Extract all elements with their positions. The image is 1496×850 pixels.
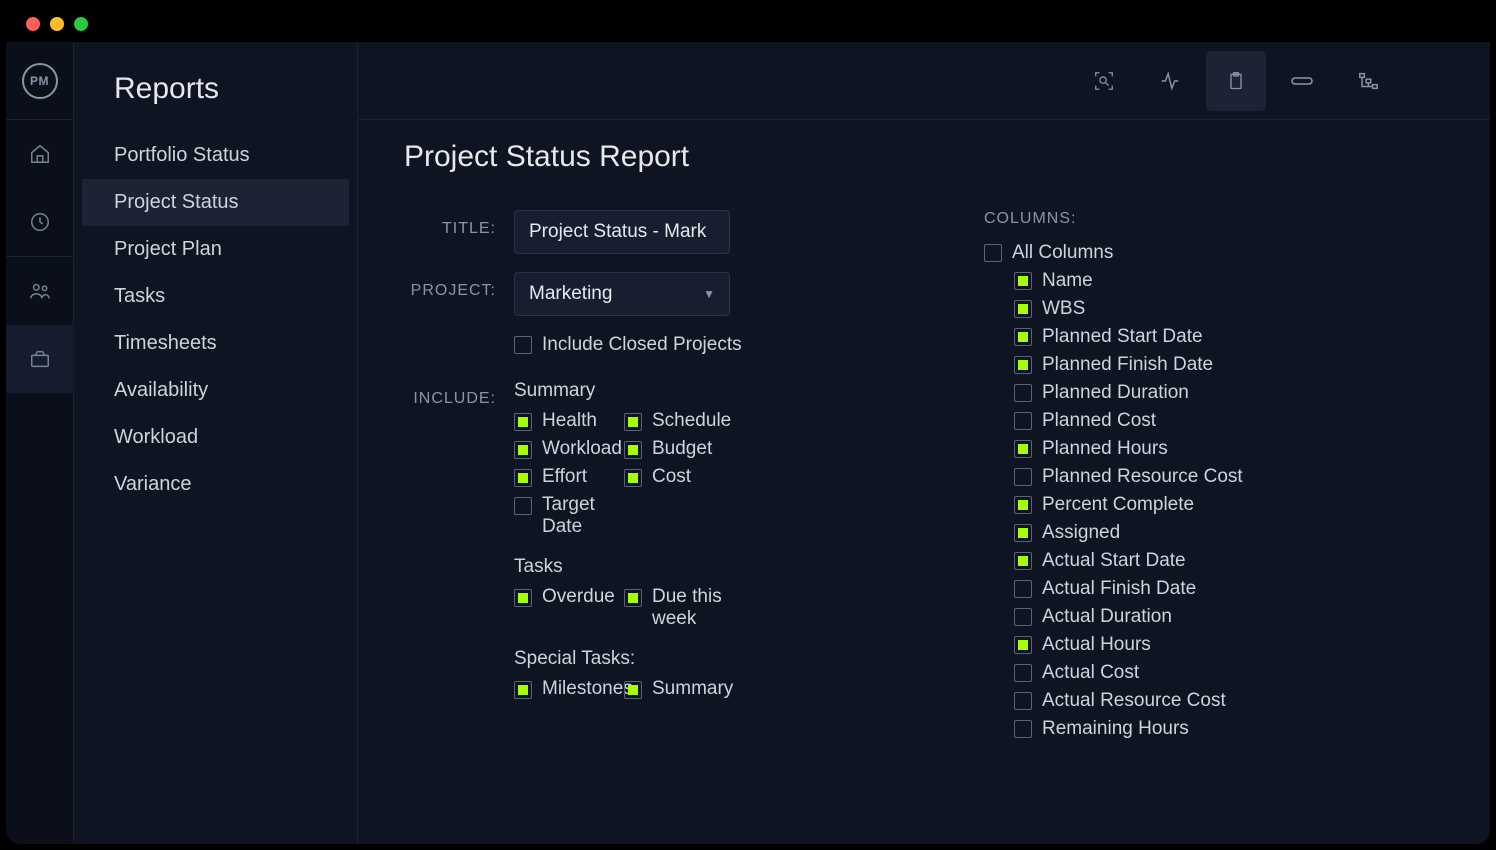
project-select[interactable]: Marketing ▼ xyxy=(514,272,730,316)
sidebar-item-variance[interactable]: Variance xyxy=(74,461,357,508)
column-assigned-checkbox[interactable]: Assigned xyxy=(984,522,1344,544)
include-cost-checkbox[interactable]: Cost xyxy=(624,466,754,488)
nav-portfolio[interactable] xyxy=(6,325,74,393)
include-health-checkbox[interactable]: Health xyxy=(514,410,624,432)
include-milestones-checkbox[interactable]: Milestones xyxy=(514,678,624,700)
titlebar xyxy=(6,6,1490,42)
sidebar: Reports Portfolio Status Project Status … xyxy=(74,42,358,844)
people-icon xyxy=(28,280,52,302)
sidebar-item-tasks[interactable]: Tasks xyxy=(74,273,357,320)
include-workload-checkbox[interactable]: Workload xyxy=(514,438,624,460)
include-label: INCLUDE: xyxy=(404,380,496,408)
column-planned-resource-cost-checkbox[interactable]: Planned Resource Cost xyxy=(984,466,1344,488)
include-schedule-checkbox[interactable]: Schedule xyxy=(624,410,754,432)
title-label: TITLE: xyxy=(404,210,496,238)
paperclip-icon xyxy=(1290,75,1314,87)
column-remaining-hours-checkbox[interactable]: Remaining Hours xyxy=(984,718,1344,740)
sidebar-item-timesheets[interactable]: Timesheets xyxy=(74,320,357,367)
column-actual-finish-date-checkbox[interactable]: Actual Finish Date xyxy=(984,578,1344,600)
sidebar-item-project-status[interactable]: Project Status xyxy=(82,179,349,226)
columns-label: COLUMNS: xyxy=(984,210,1344,228)
clock-icon xyxy=(29,211,51,233)
logo-text: PM xyxy=(30,74,49,88)
nav-home[interactable] xyxy=(6,120,74,188)
activity-icon xyxy=(1159,70,1181,92)
title-input[interactable]: Project Status - Mark xyxy=(514,210,730,254)
column-actual-start-date-checkbox[interactable]: Actual Start Date xyxy=(984,550,1344,572)
toolbar xyxy=(358,42,1490,120)
sidebar-item-project-plan[interactable]: Project Plan xyxy=(74,226,357,273)
tasks-header: Tasks xyxy=(514,556,884,578)
hierarchy-icon xyxy=(1357,70,1379,92)
column-planned-finish-date-checkbox[interactable]: Planned Finish Date xyxy=(984,354,1344,376)
include-overdue-checkbox[interactable]: Overdue xyxy=(514,586,624,608)
maximize-window-button[interactable] xyxy=(74,17,88,31)
include-closed-checkbox[interactable]: Include Closed Projects xyxy=(514,334,884,356)
special-tasks-header: Special Tasks: xyxy=(514,648,884,670)
column-planned-start-date-checkbox[interactable]: Planned Start Date xyxy=(984,326,1344,348)
app-logo[interactable]: PM xyxy=(6,42,74,120)
tool-clipboard[interactable] xyxy=(1206,51,1266,111)
all-columns-checkbox[interactable]: All Columns xyxy=(984,242,1344,264)
include-target-date-checkbox[interactable]: Target Date xyxy=(514,494,624,538)
sidebar-item-workload[interactable]: Workload xyxy=(74,414,357,461)
include-budget-checkbox[interactable]: Budget xyxy=(624,438,754,460)
sidebar-item-portfolio-status[interactable]: Portfolio Status xyxy=(74,132,357,179)
column-planned-cost-checkbox[interactable]: Planned Cost xyxy=(984,410,1344,432)
include-summary-checkbox[interactable]: Summary xyxy=(624,678,754,700)
column-percent-complete-checkbox[interactable]: Percent Complete xyxy=(984,494,1344,516)
briefcase-icon xyxy=(29,348,51,370)
project-label: PROJECT: xyxy=(404,272,496,300)
home-icon xyxy=(29,143,51,165)
tool-hierarchy[interactable] xyxy=(1338,51,1398,111)
include-effort-checkbox[interactable]: Effort xyxy=(514,466,624,488)
column-name-checkbox[interactable]: Name xyxy=(984,270,1344,292)
column-actual-resource-cost-checkbox[interactable]: Actual Resource Cost xyxy=(984,690,1344,712)
column-wbs-checkbox[interactable]: WBS xyxy=(984,298,1344,320)
summary-header: Summary xyxy=(514,380,884,402)
sidebar-item-availability[interactable]: Availability xyxy=(74,367,357,414)
column-planned-hours-checkbox[interactable]: Planned Hours xyxy=(984,438,1344,460)
close-window-button[interactable] xyxy=(26,17,40,31)
sidebar-title: Reports xyxy=(74,72,357,132)
scan-search-icon xyxy=(1093,70,1115,92)
minimize-window-button[interactable] xyxy=(50,17,64,31)
include-due-this-week-checkbox[interactable]: Due this week xyxy=(624,586,754,630)
nav-team[interactable] xyxy=(6,257,74,325)
column-planned-duration-checkbox[interactable]: Planned Duration xyxy=(984,382,1344,404)
page-title: Project Status Report xyxy=(404,140,1444,174)
clipboard-icon xyxy=(1226,70,1246,92)
nav-recent[interactable] xyxy=(6,188,74,256)
chevron-down-icon: ▼ xyxy=(703,287,715,301)
nav-rail: PM xyxy=(6,42,74,844)
column-actual-cost-checkbox[interactable]: Actual Cost xyxy=(984,662,1344,684)
tool-search[interactable] xyxy=(1074,51,1134,111)
tool-activity[interactable] xyxy=(1140,51,1200,111)
column-actual-hours-checkbox[interactable]: Actual Hours xyxy=(984,634,1344,656)
column-actual-duration-checkbox[interactable]: Actual Duration xyxy=(984,606,1344,628)
tool-attach[interactable] xyxy=(1272,51,1332,111)
